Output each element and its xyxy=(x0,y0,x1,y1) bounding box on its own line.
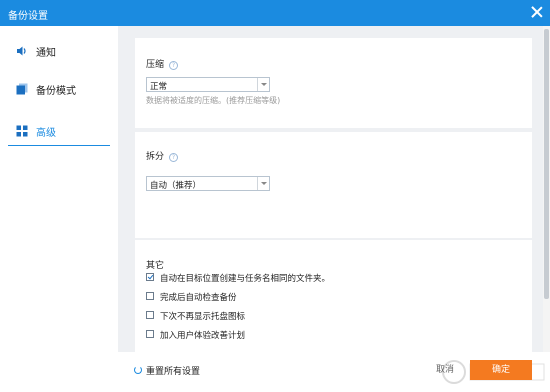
grid-icon xyxy=(16,125,28,137)
sidebar-item-backup-mode[interactable]: 备份模式 xyxy=(8,74,110,104)
split-title-text: 拆分 xyxy=(146,152,165,162)
compression-value: 正常 xyxy=(150,82,168,92)
sidebar-item-notify[interactable]: 通知 xyxy=(8,36,110,66)
checkbox[interactable] xyxy=(146,273,154,281)
compression-select[interactable]: 正常 xyxy=(146,77,270,92)
checkbox[interactable] xyxy=(146,311,154,319)
sidebar-item-label: 通知 xyxy=(36,48,56,59)
title-bar: 备份设置 xyxy=(0,0,550,26)
sidebar: 通知 备份模式 高级 xyxy=(0,26,118,392)
settings-content: 压缩? 正常 数据将被适度的压缩。(推荐压缩等级) 拆分? 自动（推荐） 其它 … xyxy=(118,26,543,352)
window-title: 备份设置 xyxy=(8,11,48,22)
sidebar-item-label: 备份模式 xyxy=(36,86,76,97)
speaker-icon xyxy=(17,46,26,56)
ok-button[interactable]: 确定 xyxy=(470,360,532,380)
chevron-down-icon[interactable] xyxy=(257,177,269,190)
refresh-icon xyxy=(134,366,142,374)
compression-hint: 数据将被适度的压缩。(推荐压缩等级) xyxy=(146,96,281,105)
split-title: 拆分? xyxy=(146,149,179,162)
scrollbar-thumb[interactable] xyxy=(544,29,549,299)
scrollbar[interactable] xyxy=(543,26,550,352)
sidebar-item-advanced[interactable]: 高级 xyxy=(8,116,110,146)
compression-title: 压缩? xyxy=(146,57,179,70)
footer: 重置所有设置 取消 确定 xyxy=(0,352,550,392)
sidebar-item-label: 高级 xyxy=(36,128,56,139)
compression-title-text: 压缩 xyxy=(146,60,165,70)
option-label: 加入用户体验改善计划 xyxy=(160,331,246,341)
help-icon[interactable]: ? xyxy=(169,61,179,70)
chevron-down-icon[interactable] xyxy=(257,78,269,91)
help-icon[interactable]: ? xyxy=(169,153,179,162)
split-section: 拆分? 自动（推荐） xyxy=(135,132,532,238)
compression-section: 压缩? 正常 数据将被适度的压缩。(推荐压缩等级) xyxy=(135,38,532,128)
option-label: 完成后自动检查备份 xyxy=(160,293,237,303)
cancel-button[interactable]: 取消 xyxy=(425,360,465,380)
other-section: 其它 自动在目标位置创建与任务名相同的文件夹。 完成后自动检查备份 下次不再显示… xyxy=(135,240,532,352)
copy-icon xyxy=(16,83,28,95)
close-icon[interactable] xyxy=(530,5,544,19)
reset-label: 重置所有设置 xyxy=(146,367,201,377)
option-label: 下次不再显示托盘图标 xyxy=(160,312,246,322)
option-label: 自动在目标位置创建与任务名相同的文件夹。 xyxy=(160,274,331,284)
other-title: 其它 xyxy=(146,261,165,271)
checkbox[interactable] xyxy=(146,292,154,300)
checkbox[interactable] xyxy=(146,330,154,338)
split-select[interactable]: 自动（推荐） xyxy=(146,176,270,191)
split-value: 自动（推荐） xyxy=(150,181,202,191)
